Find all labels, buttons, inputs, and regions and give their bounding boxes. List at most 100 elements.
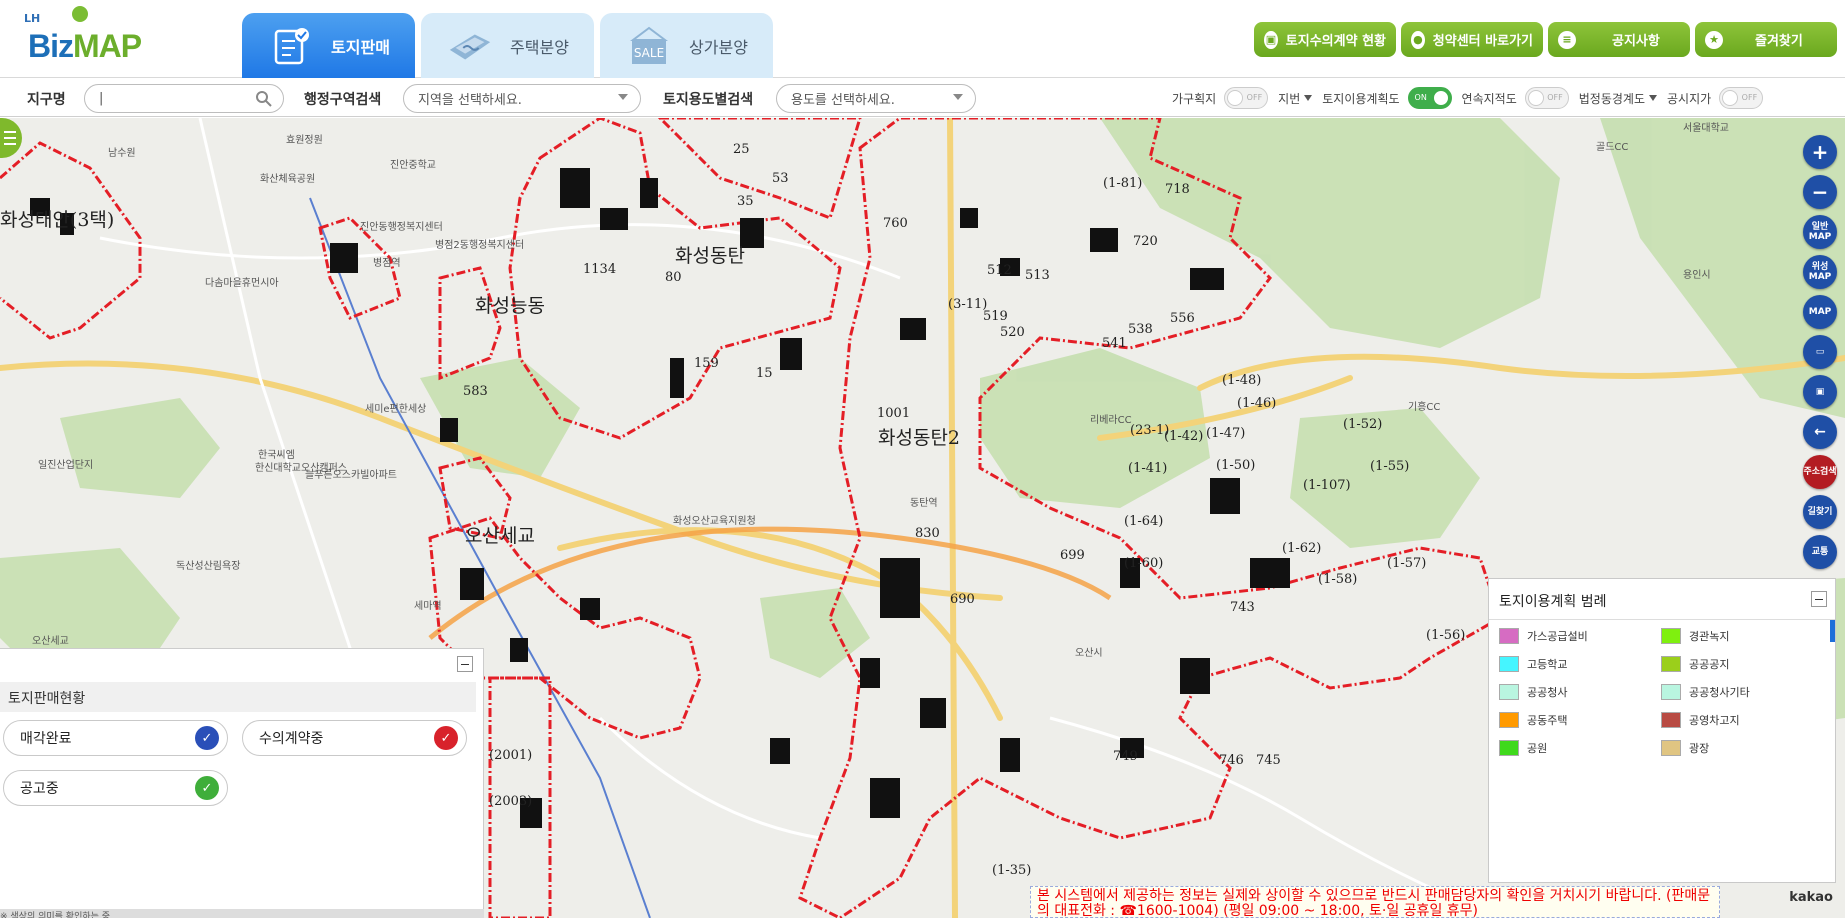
lot-number: (1-35) [992,863,1032,878]
directions-button[interactable]: 길찾기 [1803,495,1837,529]
place-label: 골드CC [1596,142,1629,153]
tab-land-sale[interactable]: 토지판매 [242,13,415,78]
place-label: 동탄역 [910,498,938,509]
layer-toggles: 가구획지 OFF 지번 토지이용계획도 ON 연속지적도 OFF 법정동경계도 … [1172,79,1764,117]
lot-number: 556 [1170,311,1195,326]
lot-number: (1-42) [1164,429,1204,444]
logo-text: BizMAP [28,28,142,64]
lot-number: 159 [694,356,719,371]
legend-item: 공공공지 [1661,656,1729,672]
zoom-out-button[interactable]: − [1803,175,1837,209]
switch[interactable]: OFF [1224,87,1269,109]
place-label: 늘푸른오스카빌아파트 [305,470,397,481]
lot-number: (1-57) [1387,556,1427,571]
lot-number: 718 [1165,182,1190,197]
place-label: 일진산업단지 [38,460,94,471]
legend-item: 광장 [1661,740,1709,756]
lot-number: 830 [915,526,940,541]
subscription-center-button[interactable]: ● 청약센터 바로가기 [1401,22,1543,57]
traffic-button[interactable]: 교통 [1803,535,1837,569]
lot-number: (1-64) [1124,514,1164,529]
minimize-icon[interactable] [457,656,473,672]
lot-number: 520 [1000,325,1025,340]
star-icon: ★ [1705,30,1723,49]
sales-status-negotiated[interactable]: 수의계약중 ✓ [242,720,467,756]
place-label: 진안동행정복지센터 [360,222,443,233]
legend-list: 가스공급설비 경관녹지 고등학교 공공공지 공공청사 공공청사기타 공동주택 공… [1489,619,1835,883]
lot-number: (1-41) [1128,461,1168,476]
dropdown-lot-number[interactable]: 지번 [1278,90,1313,107]
legend-item: 공공청사 [1499,684,1567,700]
favorites-button[interactable]: ★ 즐겨찾기 [1695,22,1837,57]
lot-number: 583 [463,384,488,399]
place-label: 세마역 [414,601,442,612]
lot-number: 25 [733,142,750,157]
toggle-block-lots[interactable]: 가구획지 OFF [1172,87,1269,109]
tab-housing-sale[interactable]: 주택분양 [421,13,594,78]
place-label: 남수원 [108,148,136,159]
legend-item: 가스공급설비 [1499,628,1588,644]
lot-number: 745 [1256,753,1281,768]
ruler-button[interactable]: ▭ [1803,335,1837,369]
lot-number: (1-60) [1124,556,1164,571]
lot-number: 749 [1113,749,1138,764]
address-search-button[interactable]: 주소검색 [1803,455,1837,489]
back-button[interactable]: ← [1803,415,1837,449]
lot-number: 512 [987,263,1012,278]
sales-status-announced[interactable]: 공고중 ✓ [3,770,228,806]
lot-number: 743 [1230,600,1255,615]
land-use-select[interactable]: 용도를 선택하세요. [776,84,976,113]
lot-number: 690 [950,592,975,607]
lot-number: (1-50) [1216,458,1256,473]
lot-number: 746 [1219,753,1244,768]
legend-title: 토지이용계획 범례 [1499,594,1607,610]
district-search-input[interactable]: | [84,84,284,113]
minimize-icon[interactable] [1811,591,1827,607]
district-label: 오산세교 [465,525,535,547]
switch[interactable]: OFF [1524,87,1569,109]
dropdown-legal-boundary[interactable]: 법정동경계도 [1579,90,1657,107]
header: LH BizMAP 토지판매 주택분양 SALE 상가분양 ▣ 토지수의계약 현… [0,0,1845,78]
area-button[interactable]: ▣ [1803,375,1837,409]
normal-map-button[interactable]: 일반MAP [1803,215,1837,249]
place-label: 리베라CC [1090,415,1132,426]
top-buttons: ▣ 토지수의계약 현황 ● 청약센터 바로가기 ≡ 공지사항 ★ 즐겨찾기 [1254,22,1837,57]
lot-number: (2003) [489,794,533,809]
kakao-map-logo: kakao [1789,890,1833,905]
toggle-cadastral[interactable]: 연속지적도 OFF [1462,87,1569,109]
notice-button[interactable]: ≡ 공지사항 [1548,22,1690,57]
lot-number: 1001 [877,406,911,421]
legend-item: 고등학교 [1499,656,1567,672]
place-label: 병점역 [373,258,401,269]
admin-area-select[interactable]: 지역을 선택하세요. [403,84,641,113]
person-icon: ● [1411,30,1425,49]
satellite-map-button[interactable]: 위성MAP [1803,255,1837,289]
layer-map-button[interactable]: MAP [1803,295,1837,329]
lot-number: (1-55) [1370,459,1410,474]
note-icon: ≡ [1558,30,1576,49]
svg-text:SALE: SALE [634,46,664,60]
land-use-legend-panel: 토지이용계획 범례 가스공급설비 경관녹지 고등학교 공공공지 공공청사 공공청… [1488,578,1836,883]
place-label: 세미e편한세상 [365,404,427,415]
search-icon[interactable] [255,90,273,112]
lh-bizmap-logo[interactable]: LH BizMAP [24,6,164,66]
district-label: 화성태안(3택) [0,209,115,231]
zoom-in-button[interactable]: + [1803,135,1837,169]
logo-dot-icon [72,6,88,22]
tab-shop-sale[interactable]: SALE 상가분양 [600,13,773,78]
place-label: 서울대학교 [1683,123,1729,134]
switch[interactable]: ON [1407,87,1452,109]
admin-area-label: 행정구역검색 [304,92,382,108]
sales-status-sold[interactable]: 매각완료 ✓ [3,720,228,756]
switch[interactable]: OFF [1719,87,1764,109]
toggle-land-use-plan[interactable]: 토지이용계획도 ON [1322,87,1452,109]
lot-number: (3-11) [948,297,988,312]
main-tabs: 토지판매 주택분양 SALE 상가분양 [242,13,773,78]
scrollbar[interactable] [1830,620,1835,642]
toggle-land-price[interactable]: 공시지가 OFF [1667,87,1764,109]
place-label: 화성오산교육지원청 [673,516,756,527]
house-ticket-icon [446,26,494,66]
tab-housing-sale-label: 주택분양 [510,37,569,57]
lot-number: 35 [737,194,754,209]
negotiated-contract-button[interactable]: ▣ 토지수의계약 현황 [1254,22,1396,57]
